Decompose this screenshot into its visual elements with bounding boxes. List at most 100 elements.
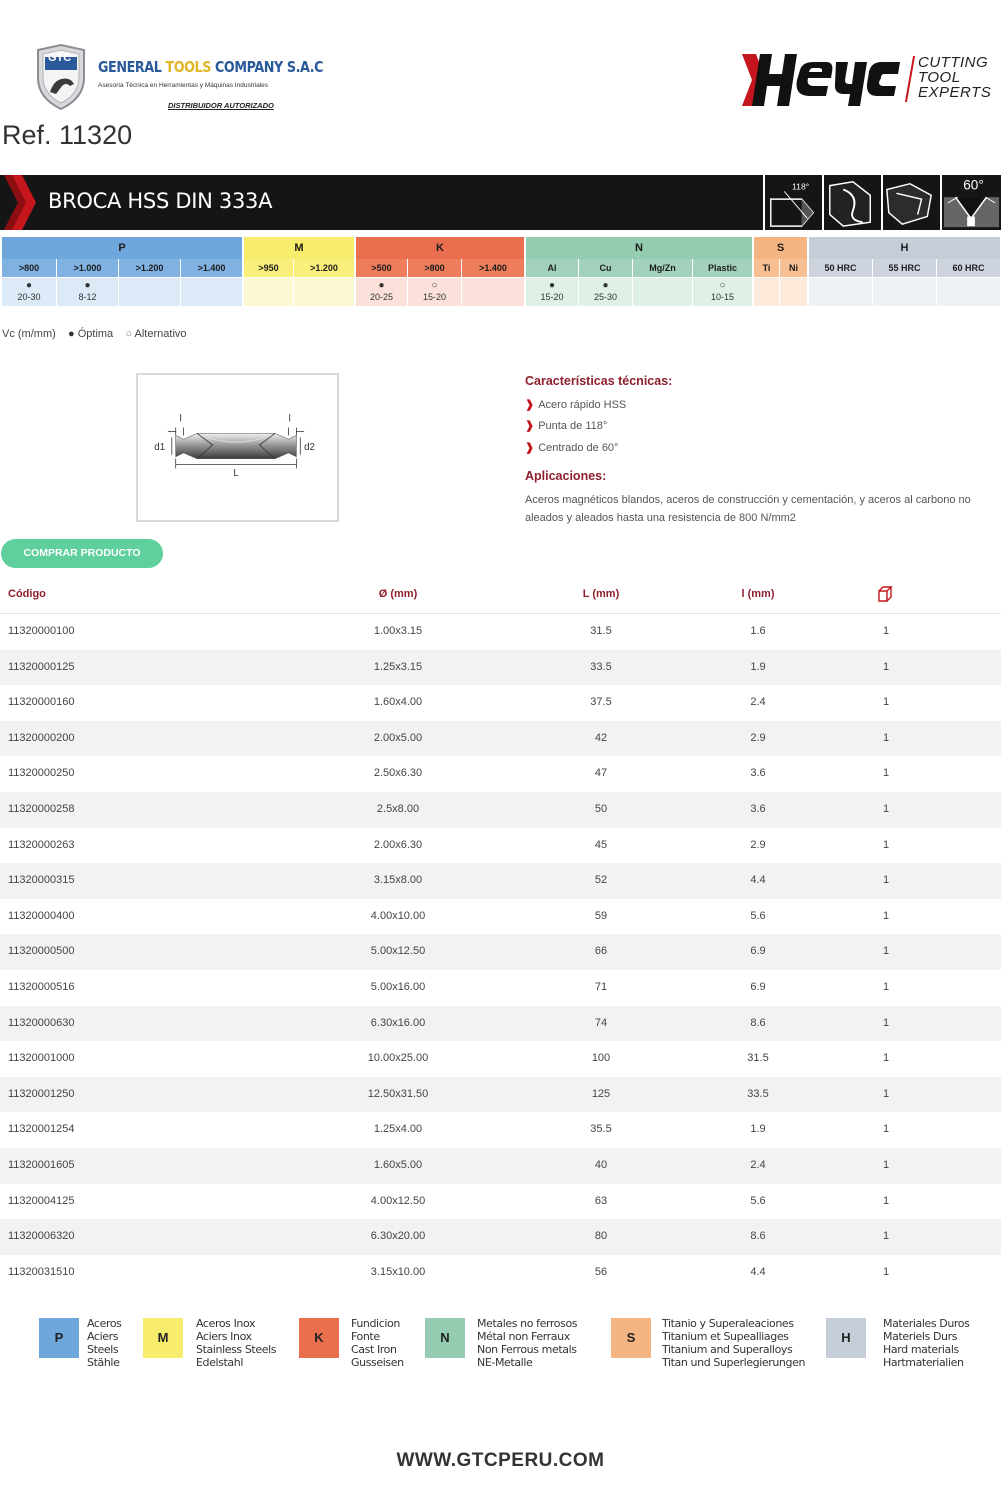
feature-item: ❱ Centrado de 60° xyxy=(525,442,619,454)
legend-text: Materiales Duros Materiels Durs Hard mater… xyxy=(883,1317,970,1369)
cell-q: 1 xyxy=(882,1016,890,1029)
cutting-speed-cell xyxy=(873,278,936,306)
cutting-speed-cell xyxy=(633,278,692,306)
table-row[interactable]: 11320006320 6.30x20.00 80 8.6 1 xyxy=(0,1219,1001,1255)
speed-range: 15-20 xyxy=(422,292,447,302)
table-row[interactable]: 11320000315 3.15x8.00 52 4.4 1 xyxy=(0,863,1001,899)
cell-q: 1 xyxy=(882,625,890,637)
table-row[interactable]: 11320000258 2.5x8.00 50 3.6 1 xyxy=(0,792,1001,828)
cutting-speed-cell: ● 20-25 xyxy=(356,278,407,306)
material-subcolumn: 50 HRC xyxy=(809,259,872,277)
table-row[interactable]: 11320000630 6.30x16.00 74 8.6 1 xyxy=(0,1005,1001,1042)
table-row[interactable]: 11320000400 4.00x10.00 59 5.6 1 xyxy=(0,899,1001,935)
cell-q: 1 xyxy=(882,1087,890,1100)
material-subcolumn: Ti xyxy=(754,259,779,277)
speed-indicator xyxy=(809,279,872,291)
cell-d: 6.30x20.00 xyxy=(370,1230,426,1243)
header-diameter: Ø (mm) xyxy=(378,588,418,600)
material-subcolumn: >950 xyxy=(244,259,293,277)
cell-d: 10.00x25.00 xyxy=(367,1052,429,1065)
cell-l: 5.6 xyxy=(750,909,766,922)
table-row[interactable]: 11320000250 2.50x6.30 47 3.6 1 xyxy=(0,756,1001,792)
legend-text: Fundicion Fonte Cast Iron Gusseisen xyxy=(351,1317,404,1369)
drill-tip-icon xyxy=(822,175,877,230)
cell-l: 1.9 xyxy=(750,1123,766,1136)
cell-d: 12.50x31.50 xyxy=(367,1087,429,1100)
cell-code: 11320000516 xyxy=(8,981,75,993)
legend-line: Titanio y Superaleaciones xyxy=(662,1317,794,1330)
speed-indicator: ● xyxy=(84,280,91,291)
cell-q: 1 xyxy=(882,1159,890,1171)
legend-box-h: H xyxy=(826,1318,866,1358)
speed-indicator xyxy=(937,279,1000,291)
legend-line: Hard materials xyxy=(883,1343,959,1356)
cell-code: 11320000630 xyxy=(8,1016,75,1029)
table-row[interactable]: 11320001605 1.60x5.00 40 2.4 1 xyxy=(0,1148,1001,1184)
cell-l: 6.9 xyxy=(750,945,766,958)
svg-text:l: l xyxy=(180,414,182,425)
cell-d: 2.00x5.00 xyxy=(373,731,423,744)
legend-line: Métal non Ferraux xyxy=(477,1330,570,1343)
table-row[interactable]: 11320000516 5.00x16.00 71 6.9 1 xyxy=(0,970,1001,1006)
product-drawing: l l d1 d2 L xyxy=(136,373,339,522)
website-url[interactable]: WWW.GTCPERU.COM xyxy=(0,1450,1001,1472)
cell-l: 100 xyxy=(591,1052,611,1065)
header-flute-length: l (mm) xyxy=(741,588,775,600)
cell-q: 1 xyxy=(882,660,890,673)
table-row[interactable]: 11320000160 1.60x4.00 37.5 2.4 1 xyxy=(0,685,1001,721)
legend-line: Steels xyxy=(87,1343,119,1356)
cell-l: 47 xyxy=(594,767,608,780)
legend-line: Hartmaterialien xyxy=(883,1356,964,1369)
svg-text:l: l xyxy=(289,414,291,425)
legend-line: Metales no ferrosos xyxy=(477,1317,578,1330)
center-drill-drawing: l l d1 d2 L xyxy=(154,414,315,479)
speed-indicator xyxy=(294,279,354,291)
chevron-icon xyxy=(4,175,36,230)
cell-q: 1 xyxy=(882,767,890,780)
cell-d: 4.00x12.50 xyxy=(370,1194,426,1207)
legend-line: NE-Metalle xyxy=(477,1356,533,1369)
gtc-subtitle: Asesoría Técnica en Herramientas y Máqui… xyxy=(98,82,269,89)
speed-indicator: ○ xyxy=(719,280,726,291)
cell-d: 2.5x8.00 xyxy=(376,803,420,815)
cell-l: 66 xyxy=(594,945,608,958)
cell-d: 3.15x8.00 xyxy=(373,874,423,887)
svg-text:L: L xyxy=(233,468,239,479)
buy-product-button[interactable]: COMPRAR PRODUCTO xyxy=(1,539,163,568)
cell-l: 63 xyxy=(594,1194,608,1207)
cell-q: 1 xyxy=(882,696,890,709)
feature-item: ❱ Punta de 118° xyxy=(525,420,608,432)
cell-l: 2.4 xyxy=(750,696,766,709)
reference-number: Ref. 11320 xyxy=(2,120,133,150)
cell-d: 1.25x3.15 xyxy=(373,660,423,673)
table-row[interactable]: 11320000125 1.25x3.15 33.5 1.9 1 xyxy=(0,649,1001,686)
table-row[interactable]: 11320001000 10.00x25.00 100 31.5 1 xyxy=(0,1041,1001,1077)
cutting-speed-cell xyxy=(780,278,807,306)
cell-d: 1.60x4.00 xyxy=(373,696,423,709)
table-row[interactable]: 11320004125 4.00x12.50 63 5.6 1 xyxy=(0,1184,1001,1220)
material-subcolumn: Mg/Zn xyxy=(633,259,692,277)
cutting-speed-cell xyxy=(181,278,242,306)
speed-range: 15-20 xyxy=(540,292,564,302)
cell-d: 5.00x12.50 xyxy=(370,945,426,958)
material-subcolumn: >500 xyxy=(356,259,407,277)
legend-line: Materiels Durs xyxy=(883,1330,958,1343)
table-row[interactable]: 11320000100 1.00x3.15 31.5 1.6 1 xyxy=(0,614,1001,650)
speed-indicator xyxy=(462,279,524,291)
cell-l: 4.4 xyxy=(750,874,766,887)
speed-indicator xyxy=(181,279,242,291)
table-row[interactable]: 11320000200 2.00x5.00 42 2.9 1 xyxy=(0,720,1001,757)
table-row[interactable]: 11320001254 1.25x4.00 35.5 1.9 1 xyxy=(0,1112,1001,1148)
material-subcolumn: Ni xyxy=(780,259,807,277)
table-row[interactable]: 11320000263 2.00x6.30 45 2.9 1 xyxy=(0,828,1001,864)
cell-q: 1 xyxy=(882,838,890,851)
cell-code: 11320000263 xyxy=(8,838,75,851)
table-row[interactable]: 11320031510 3.15x10.00 56 4.4 1 xyxy=(0,1255,1001,1291)
cutting-speed-cell xyxy=(294,278,354,306)
applications-title: Aplicaciones: xyxy=(525,469,607,483)
table-row[interactable]: 11320000500 5.00x12.50 66 6.9 1 xyxy=(0,934,1001,970)
table-row[interactable]: 11320001250 12.50x31.50 125 33.5 1 xyxy=(0,1076,1001,1113)
material-group-s: S xyxy=(754,237,807,259)
legend-text: Aceros Inox Aciers Inox Stainless Steels Ed… xyxy=(196,1317,276,1369)
cell-l: 2.9 xyxy=(750,731,766,744)
